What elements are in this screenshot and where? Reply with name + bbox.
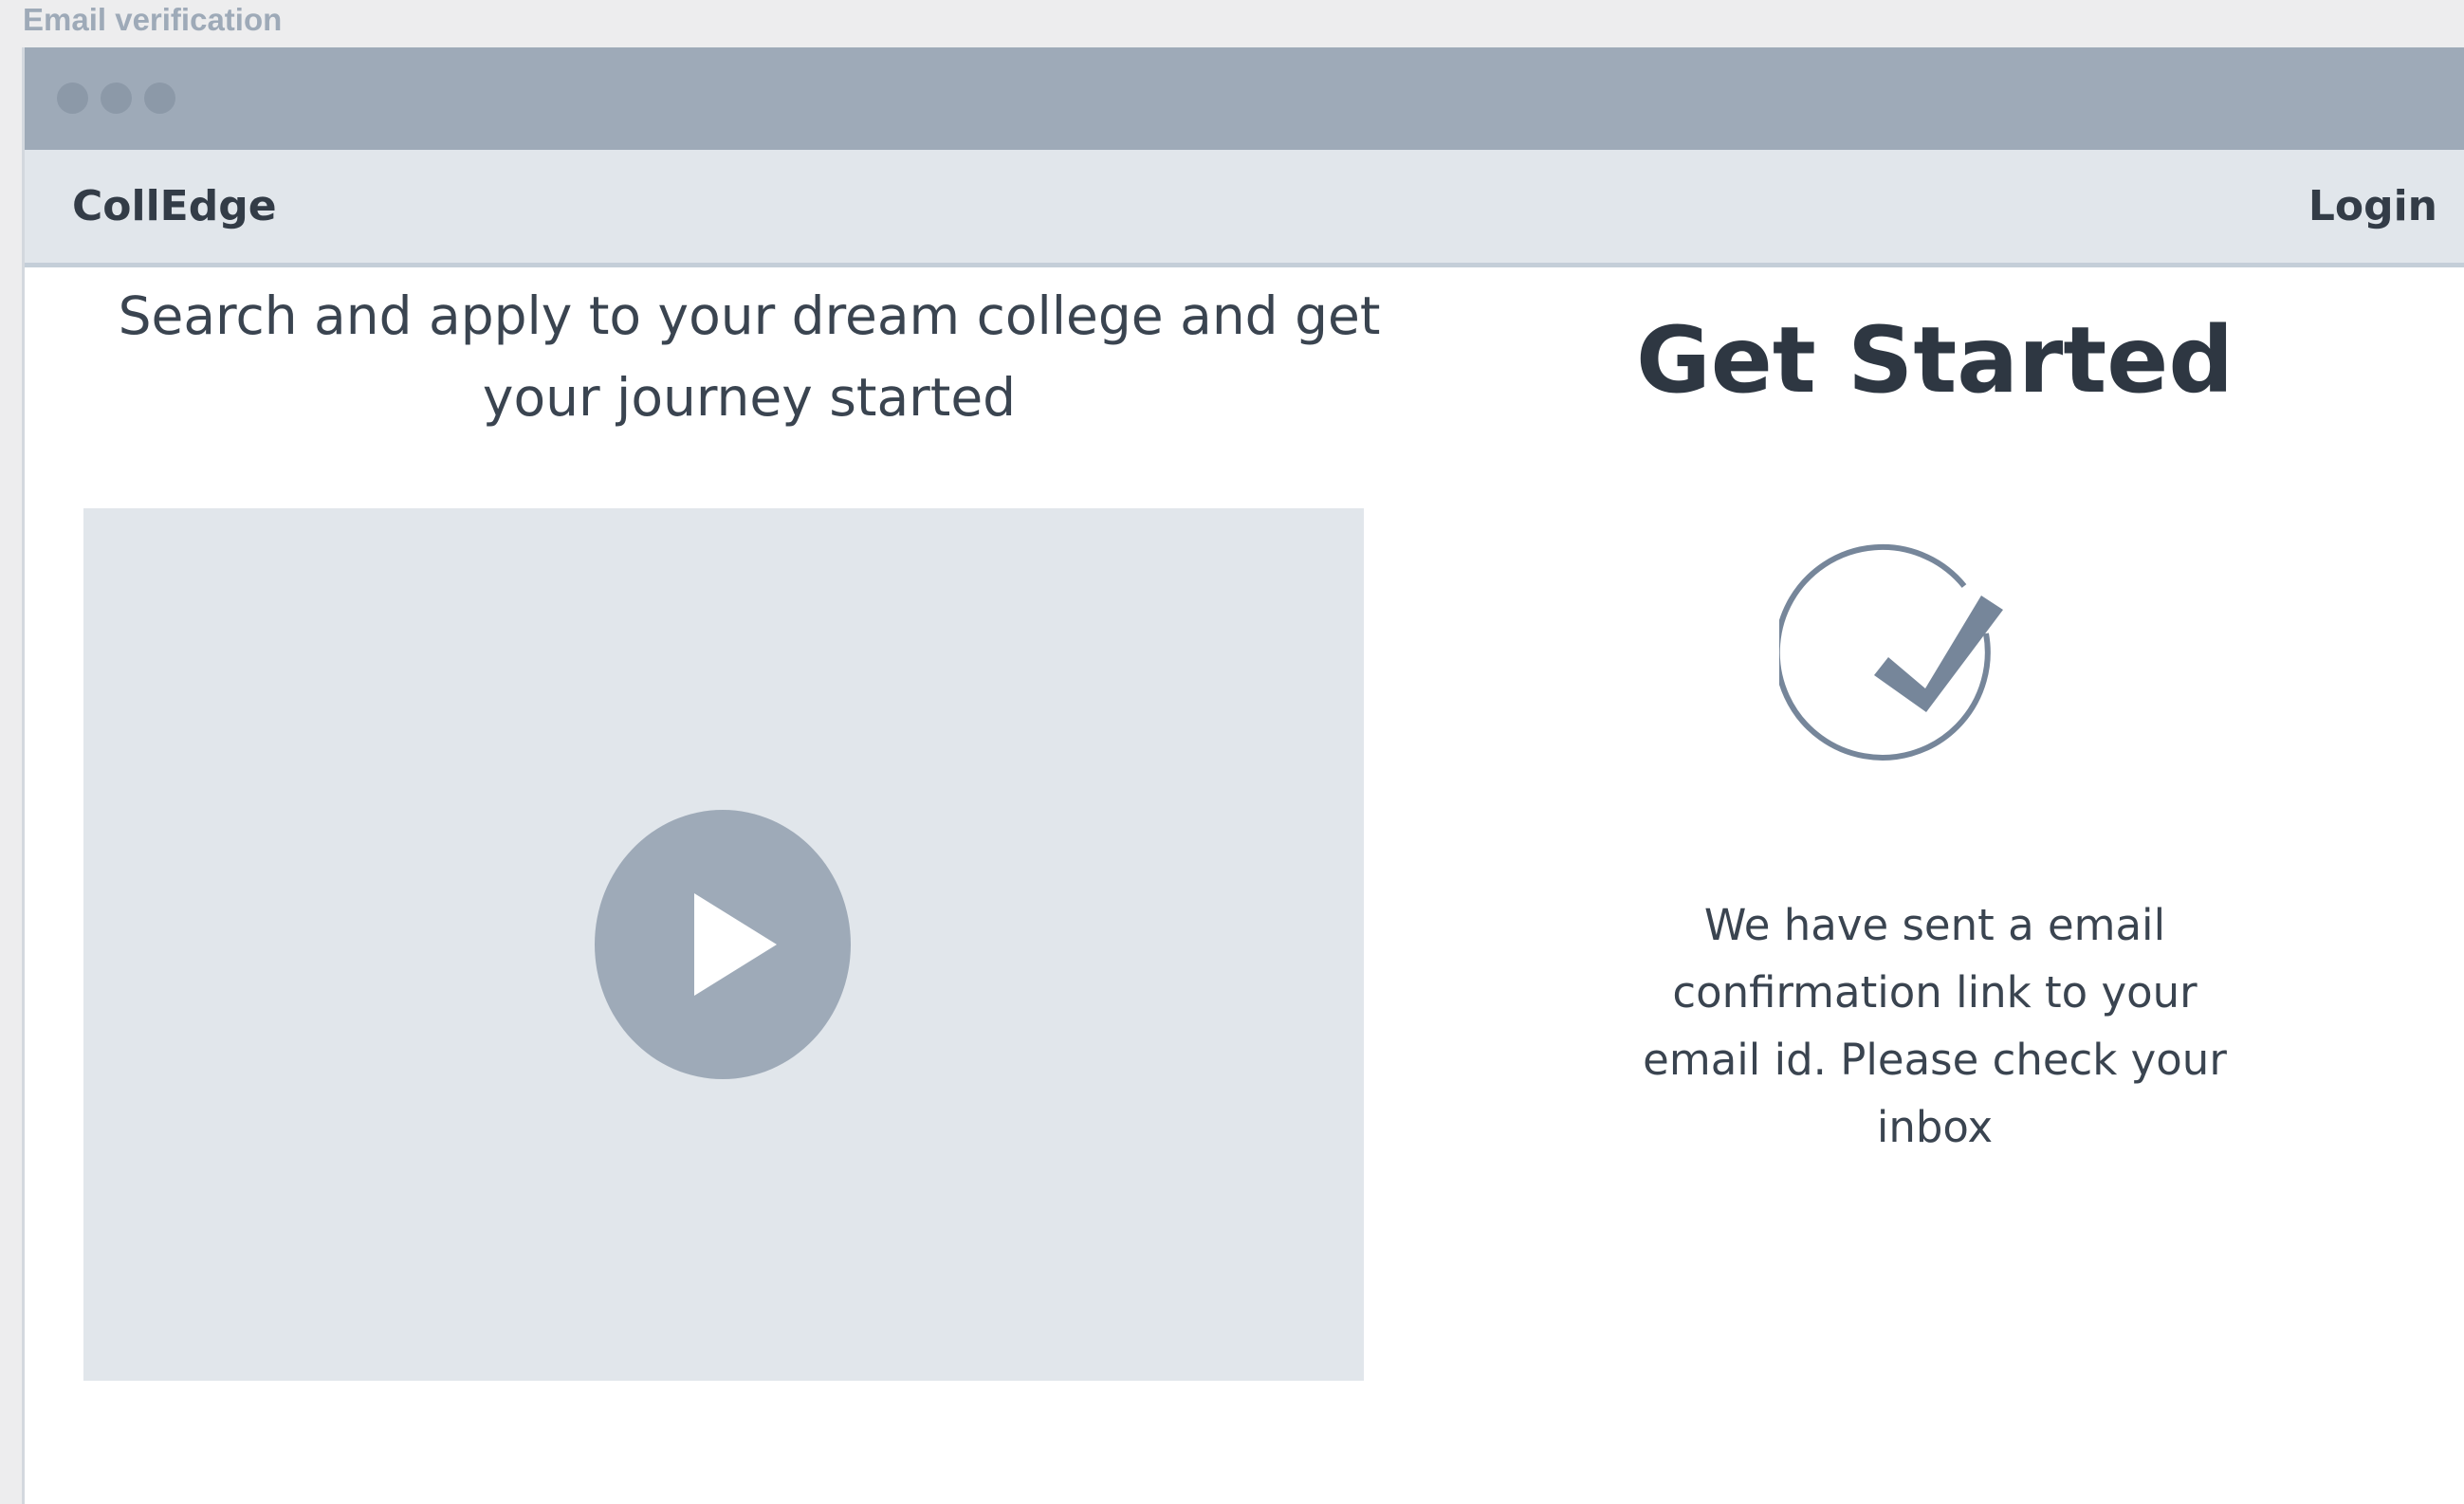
video-player[interactable] xyxy=(83,508,1364,1381)
window-titlebar xyxy=(25,47,2464,150)
top-navbar: CollEdge Login xyxy=(25,150,2464,267)
confirmation-message: We have sent a email confirmation link t… xyxy=(1643,900,2227,1152)
page-title: Get Started xyxy=(1635,307,2234,413)
play-button[interactable] xyxy=(595,810,851,1079)
login-link[interactable]: Login xyxy=(2308,178,2437,235)
frame-label: Email verification xyxy=(23,2,283,37)
hero-tagline: Search and apply to your dream college a… xyxy=(118,285,1381,428)
check-circle-icon xyxy=(1779,543,2003,761)
brand-logo[interactable]: CollEdge xyxy=(72,178,277,235)
window-minimize-dot[interactable] xyxy=(101,83,132,114)
window-maximize-dot[interactable] xyxy=(144,83,175,114)
play-icon xyxy=(694,893,777,996)
window-close-dot[interactable] xyxy=(57,83,88,114)
